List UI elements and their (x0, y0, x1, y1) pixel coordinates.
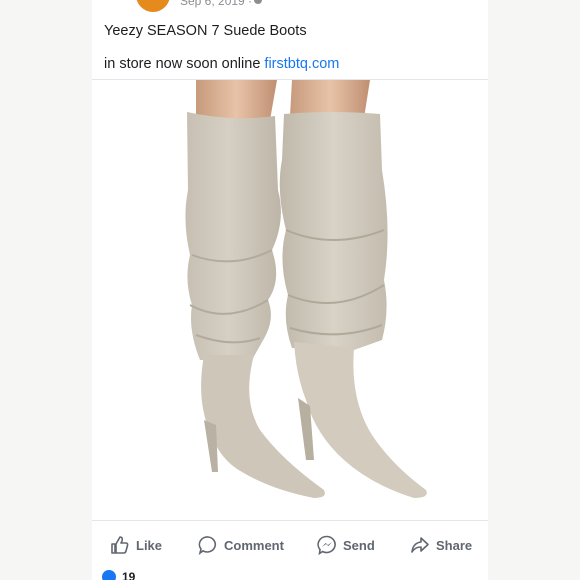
right-boot-shaft (279, 112, 388, 350)
globe-icon (254, 0, 262, 4)
avatar[interactable] (136, 0, 170, 12)
share-icon (411, 537, 429, 553)
thumb-up-icon (111, 536, 129, 554)
like-button[interactable]: Like (110, 528, 162, 562)
suede-boots-image (185, 80, 427, 498)
send-label: Send (343, 537, 375, 553)
post-link[interactable]: firstbtq.com (264, 56, 339, 72)
post-card: Sep 6, 2019 · Yeezy SEASON 7 Suede Boots… (92, 0, 488, 580)
reaction-summary[interactable]: 19 (102, 570, 135, 580)
comment-icon (198, 536, 217, 555)
post-photo[interactable] (92, 80, 488, 520)
left-boot-shaft (185, 112, 281, 360)
post-body-text: in store now soon online (104, 56, 261, 72)
right-boot-foot (294, 342, 427, 498)
post-title: Yeezy SEASON 7 Suede Boots (104, 23, 307, 39)
action-bar: Like Comment Send Share (92, 528, 488, 562)
send-button[interactable]: Send (317, 528, 375, 562)
share-button[interactable]: Share (410, 528, 472, 562)
post-body: in store now soon online firstbtq.com (104, 55, 339, 73)
left-heel (204, 420, 218, 472)
post-timestamp[interactable]: Sep 6, 2019 · (180, 0, 252, 8)
like-reaction-icon (102, 570, 116, 580)
reaction-count: 19 (122, 570, 136, 580)
comment-label: Comment (224, 537, 284, 553)
like-label: Like (136, 537, 163, 553)
left-leg (196, 80, 277, 122)
comment-button[interactable]: Comment (198, 528, 284, 562)
messenger-icon (317, 535, 336, 555)
share-label: Share (436, 537, 473, 553)
divider (92, 520, 488, 521)
